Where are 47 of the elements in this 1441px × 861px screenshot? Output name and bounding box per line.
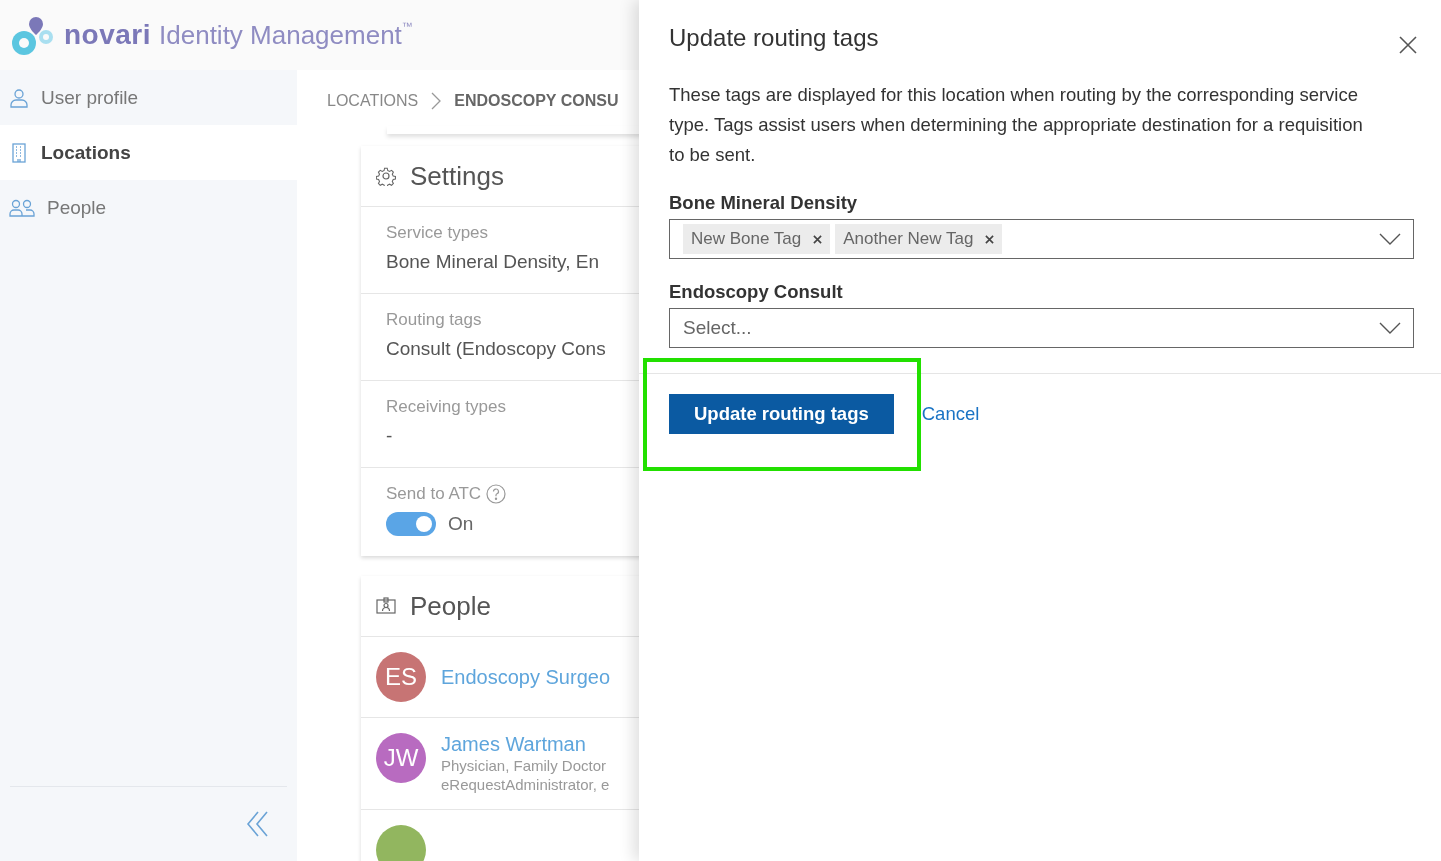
avatar: ES [376, 652, 426, 702]
people-icon [9, 197, 35, 218]
chevron-right-icon [430, 92, 443, 110]
field-label: Send to ATC [386, 484, 482, 504]
toggle-state: On [448, 513, 474, 535]
brand-name: novari [64, 19, 152, 51]
field-label: Receiving types [386, 397, 507, 417]
product-name: Identity Management™ [159, 19, 413, 51]
chevron-down-icon [1379, 233, 1401, 245]
person-role: Physician, Family Doctor [441, 756, 608, 775]
close-button[interactable] [1399, 36, 1417, 54]
select-label: Bone Mineral Density [669, 192, 859, 214]
update-button[interactable]: Update routing tags [669, 394, 894, 434]
select-field[interactable]: Select... [669, 308, 1414, 348]
remove-icon[interactable] [985, 234, 995, 244]
id-badge-icon [376, 596, 396, 616]
field-value: - [386, 425, 394, 447]
field-label: Service types [386, 223, 490, 243]
breadcrumb-link[interactable]: LOCATIONS [327, 92, 419, 110]
sidebar-item[interactable]: User profile [0, 70, 297, 125]
tag-chip: New Bone Tag [683, 224, 831, 254]
person-groups: eRequestAdministrator, e [441, 775, 610, 794]
cancel-link[interactable]: Cancel [921, 403, 980, 425]
settings-icon [376, 166, 396, 186]
panel-title: Update routing tags [669, 24, 879, 53]
card-title: People [410, 590, 491, 622]
remove-icon[interactable] [813, 234, 823, 244]
avatar: JW [376, 733, 426, 783]
help-icon[interactable] [486, 484, 507, 504]
person-name-link[interactable]: James Wartman [441, 733, 610, 756]
toggle-switch[interactable] [386, 512, 436, 536]
field-label: Routing tags [386, 310, 483, 330]
field-value: Bone Mineral Density, En [386, 251, 600, 273]
select-placeholder: Select... [683, 317, 753, 339]
card-title: Settings [410, 160, 504, 192]
tag-chip: Another New Tag [835, 224, 1003, 254]
user-icon [9, 87, 29, 108]
select-label: Endoscopy Consult [669, 281, 844, 303]
sidebar-item[interactable]: Locations [0, 125, 297, 180]
person-name-link[interactable]: Endoscopy Surgeo [441, 665, 610, 689]
field-value: Consult (Endoscopy Cons [386, 338, 607, 360]
building-icon [9, 142, 29, 163]
chevron-down-icon [1379, 322, 1401, 334]
sidebar-item[interactable]: People [0, 180, 297, 235]
panel-description: These tags are displayed for this location when routing by the corresponding service type. Tags assist users when determining the appropriate destination for a requisition to be sent. [669, 83, 1364, 167]
select-field[interactable]: New Bone Tag Another New Tag [669, 219, 1414, 259]
breadcrumb-current: ENDOSCOPY CONSU [454, 92, 619, 110]
